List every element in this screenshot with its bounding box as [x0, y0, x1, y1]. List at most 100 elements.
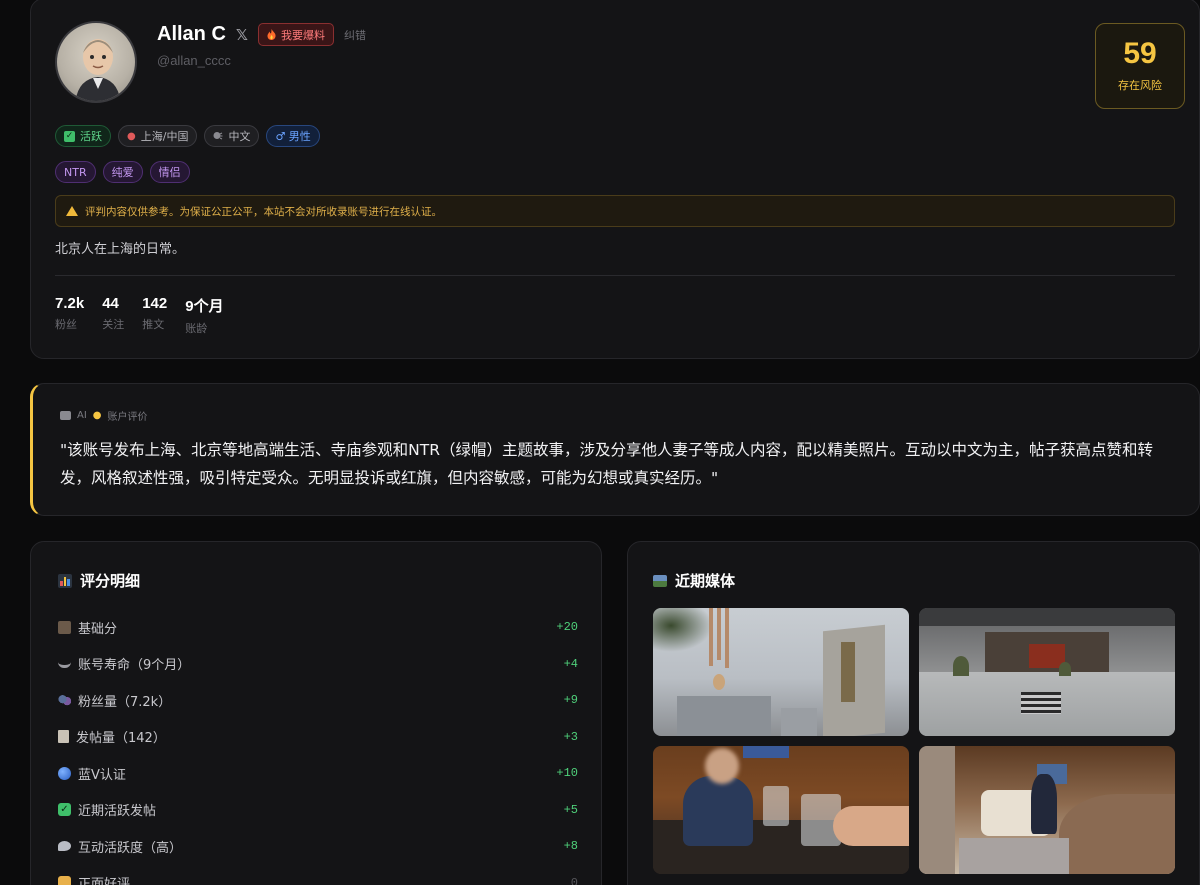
potted-tree [953, 656, 969, 676]
disclaimer-text: 评判内容仅供参考。为保证公正公平，本站不会对所收录账号进行在线认证。 [85, 205, 442, 218]
profile-card: Allan C 𝕏 我要爆料 纠错 @allan_cccc 59 存在风险 ✓ … [30, 0, 1200, 359]
picture-icon [653, 574, 667, 587]
speech-bubble-icon [58, 841, 71, 852]
person-sweater [683, 776, 753, 846]
ai-badge: AI [77, 410, 87, 421]
risk-score-box: 59 存在风险 [1095, 23, 1185, 109]
score-breakdown-card: 评分明细 基础分 +20 账号寿命（9个月） +4 粉丝量（7.2k） +9 发… [30, 541, 602, 885]
hourglass-icon [58, 660, 71, 668]
score-row: 基础分 +20 [58, 609, 578, 646]
fire-icon [267, 29, 276, 40]
stat-followers: 7.2k 粉丝 [55, 295, 84, 336]
media-thumbnail[interactable] [919, 608, 1175, 736]
section-title-text: 近期媒体 [675, 572, 736, 590]
checkmark-icon: ✓ [64, 130, 75, 142]
recent-media-card: 近期媒体 [627, 541, 1200, 885]
bio-text: 北京人在上海的日常。 [55, 242, 186, 257]
pine-branch [653, 608, 713, 652]
ai-summary-text: "该账号发布上海、北京等地高端生活、寺庙参观和NTR（绿帽）主题故事，涉及分享他… [60, 441, 1153, 487]
ai-summary-card: AI ● 账户评价 "该账号发布上海、北京等地高端生活、寺庙参观和NTR（绿帽）… [30, 383, 1200, 516]
avatar-illustration [75, 39, 121, 101]
tag-language: 中文 [204, 125, 260, 147]
score-row: 蓝V认证 +10 [58, 755, 578, 792]
tag-label: 活跃 [80, 130, 102, 143]
curtain [919, 746, 955, 874]
topic-tag[interactable]: 情侣 [149, 161, 190, 183]
stat-account-age: 9个月 账龄 [185, 295, 223, 336]
expose-button[interactable]: 我要爆料 [258, 23, 334, 46]
chime-rod [717, 608, 721, 660]
tag-label: 中文 [228, 130, 251, 143]
media-thumbnail[interactable] [653, 746, 909, 874]
warning-icon [66, 206, 78, 216]
x-logo-icon[interactable]: 𝕏 [236, 26, 248, 44]
stat-label: 关注 [102, 318, 125, 331]
blurred-face [705, 748, 739, 784]
score-label: 正面好评 [78, 877, 131, 885]
score-value: +10 [556, 766, 578, 781]
user-handle: @allan_cccc [157, 53, 231, 68]
lightbulb-icon: ● [92, 410, 102, 421]
section-title-text: 评分明细 [80, 572, 141, 590]
apartment-block [677, 696, 771, 736]
robot-icon [60, 411, 71, 420]
topic-tag[interactable]: NTR [55, 161, 96, 183]
risk-score: 59 [1123, 37, 1157, 70]
correct-link[interactable]: 纠错 [344, 27, 366, 43]
divider [55, 275, 1175, 276]
tag-location: ● 上海/中国 [118, 125, 198, 147]
media-thumbnail[interactable] [919, 746, 1175, 874]
score-label: 互动活跃度（高） [78, 840, 183, 856]
score-row: ✓ 近期活跃发帖 +5 [58, 792, 578, 829]
chime-rod [725, 608, 729, 668]
score-row: 发帖量（142） +3 [58, 719, 578, 756]
topic-tags: NTR 纯爱 情侣 [55, 161, 190, 183]
tag-label: 上海/中国 [140, 130, 189, 143]
notebook-icon [58, 620, 71, 634]
glass [763, 786, 789, 826]
stat-label: 账龄 [185, 322, 208, 335]
score-breakdown-title: 评分明细 [58, 570, 140, 591]
display-name: Allan C [157, 23, 226, 45]
score-row: 粉丝量（7.2k） +9 [58, 682, 578, 719]
checkbox-icon: ✓ [58, 803, 71, 817]
disclaimer-banner: 评判内容仅供参考。为保证公正公平，本站不会对所收录账号进行在线认证。 [55, 195, 1175, 227]
stat-value: 7.2k [55, 295, 85, 312]
roof [919, 608, 1175, 626]
score-row: 正面好评 0 [58, 865, 578, 885]
tag-label: ♂ 男性 [275, 130, 311, 143]
status-tags: ✓ 活跃 ● 上海/中国 中文 ♂ 男性 [55, 125, 320, 147]
stat-value: 44 [102, 295, 119, 312]
chime-bell [713, 674, 725, 690]
location-pin-icon: ● [127, 130, 136, 142]
score-label: 近期活跃发帖 [78, 804, 157, 820]
stat-posts: 142 推文 [142, 295, 167, 336]
people-icon [58, 693, 71, 707]
risk-label: 存在风险 [1118, 79, 1162, 92]
score-value: +5 [563, 802, 578, 817]
score-label: 账号寿命（9个月） [78, 658, 191, 674]
apartment-block [781, 708, 817, 736]
speech-head-icon [213, 132, 223, 140]
score-label: 发帖量（142） [76, 731, 166, 747]
ai-heading: 账户评价 [107, 412, 148, 423]
topic-tag[interactable]: 纯爱 [102, 161, 143, 183]
tag-gender: ♂ 男性 [266, 125, 320, 147]
hand [833, 806, 909, 846]
blue-circle-icon [58, 766, 71, 780]
score-value: +3 [563, 729, 578, 744]
recent-media-title: 近期媒体 [653, 570, 735, 591]
tag-active: ✓ 活跃 [55, 125, 111, 147]
bar-chart-icon [58, 573, 72, 588]
temple-plaque [841, 642, 855, 702]
media-thumbnail[interactable] [653, 608, 909, 736]
stat-label: 推文 [142, 318, 165, 331]
score-value: +9 [563, 693, 578, 708]
seated-person [1031, 774, 1057, 834]
score-row: 互动活跃度（高） +8 [58, 828, 578, 865]
avatar[interactable] [55, 21, 137, 103]
score-row: 账号寿命（9个月） +4 [58, 646, 578, 683]
score-value: +20 [556, 620, 578, 635]
stat-value: 9个月 [185, 298, 224, 315]
ai-summary-header: AI ● 账户评价 [60, 408, 148, 423]
